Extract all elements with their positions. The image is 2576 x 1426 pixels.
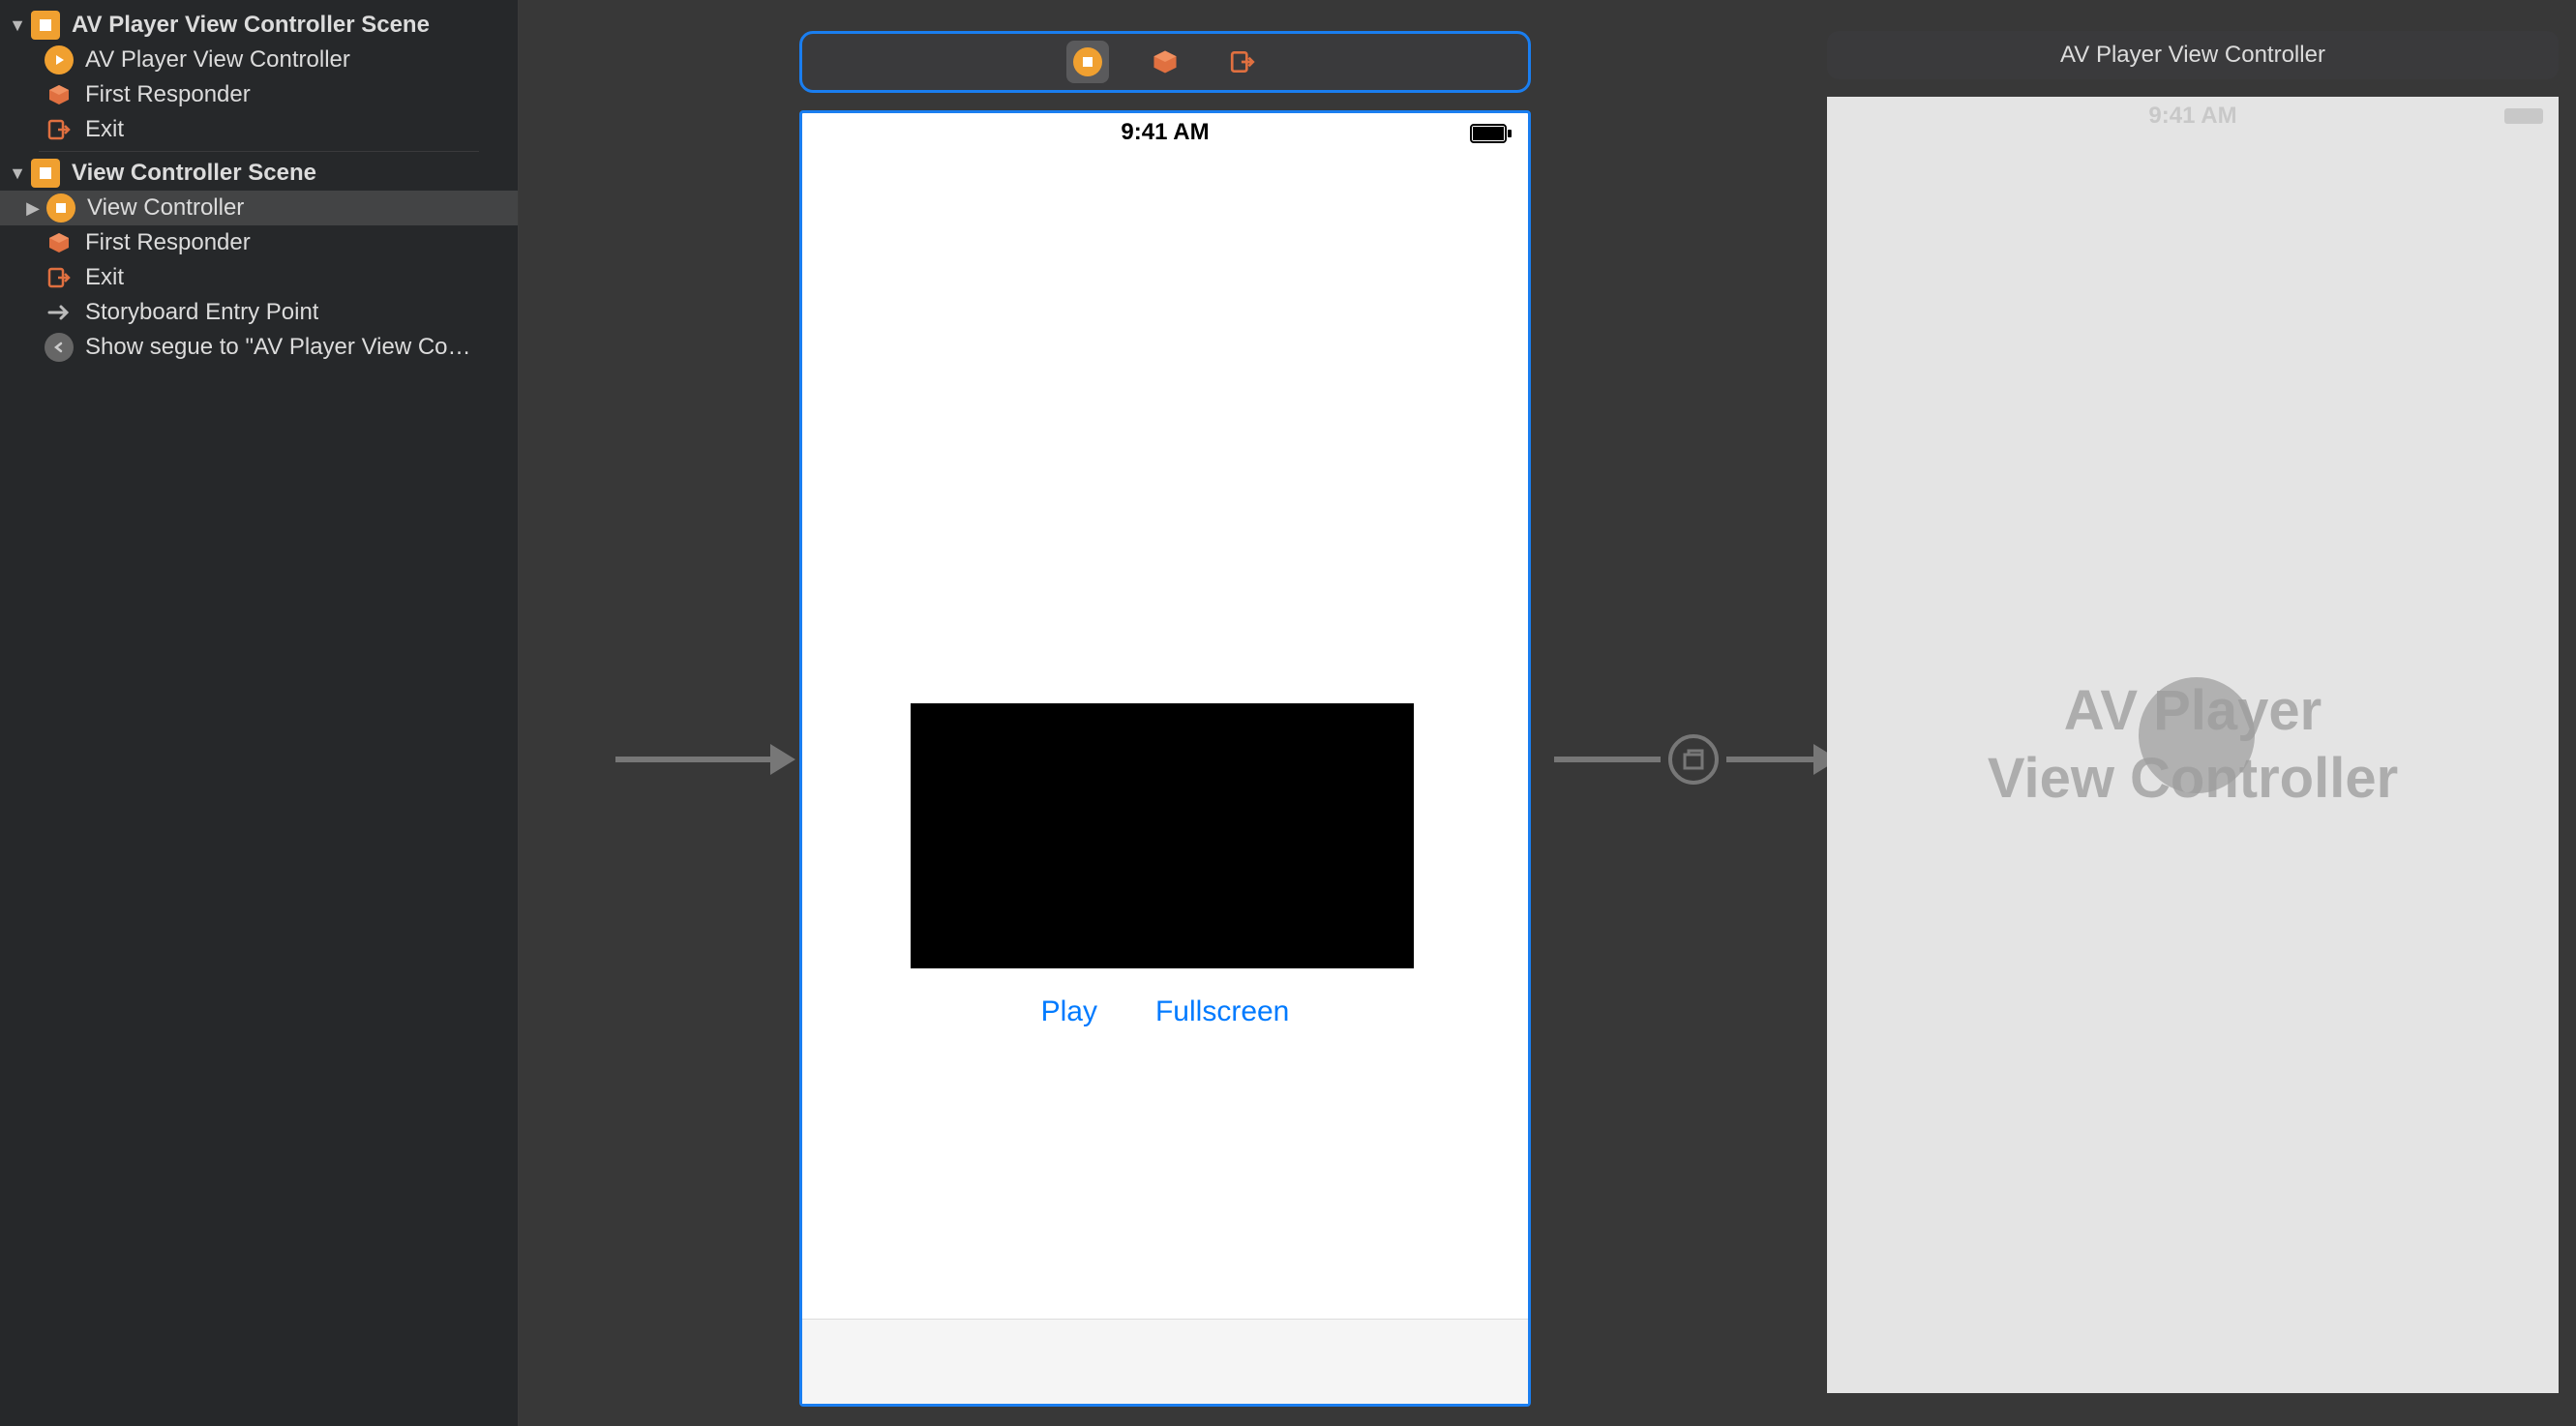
disclosure-triangle-icon[interactable]: ▼ (8, 163, 27, 183)
avplayer-view-controller-view[interactable]: 9:41 AM AV Player View Controller (1827, 97, 2559, 1393)
outline-item-label: AV Player View Controller (85, 46, 350, 74)
outline-item-label: First Responder (85, 81, 251, 108)
viewcontroller-icon (45, 45, 74, 74)
storyboard-canvas[interactable]: 9:41 AM Play Fullscreen AV (519, 0, 2576, 1426)
outline-item-label: Exit (85, 264, 124, 291)
viewcontroller-dock-button[interactable] (1066, 41, 1109, 83)
outline-item-label: Exit (85, 116, 124, 143)
scene-header-viewcontroller[interactable]: ▼ View Controller Scene (0, 156, 518, 191)
view-controller-view[interactable]: 9:41 AM Play Fullscreen (799, 110, 1531, 1407)
outline-item-first-responder[interactable]: First Responder (0, 225, 518, 260)
segue-arrow[interactable] (1554, 730, 1842, 788)
exit-dock-button[interactable] (1221, 41, 1264, 83)
outline-item-first-responder[interactable]: First Responder (0, 77, 518, 112)
exit-icon (45, 263, 74, 292)
segue-icon (45, 333, 74, 362)
avplayer-view[interactable] (911, 703, 1414, 968)
fullscreen-button[interactable]: Fullscreen (1155, 995, 1289, 1028)
outline-item-segue[interactable]: Show segue to "AV Player View Co… (0, 330, 518, 365)
scene-dock-toolbar (799, 31, 1531, 93)
outline-item-label: Show segue to "AV Player View Co… (85, 334, 471, 361)
outline-item-entry-point[interactable]: Storyboard Entry Point (0, 295, 518, 330)
battery-icon (1470, 123, 1513, 150)
first-responder-icon (45, 228, 74, 257)
scene-icon (31, 11, 60, 40)
entry-point-icon (45, 298, 74, 327)
view-controller-scene[interactable]: 9:41 AM Play Fullscreen (799, 31, 1531, 1407)
scene-header-avplayer[interactable]: ▼ AV Player View Controller Scene (0, 8, 518, 43)
outline-item-label: First Responder (85, 229, 251, 256)
first-responder-icon (45, 80, 74, 109)
segue-line-icon (1554, 730, 1661, 788)
scene-icon (31, 159, 60, 188)
battery-icon (2504, 108, 2543, 124)
placeholder-overlay-circle (2139, 677, 2255, 793)
outline-item-label: View Controller (87, 194, 244, 222)
scene-title: AV Player View Controller Scene (72, 12, 430, 39)
exit-icon (45, 115, 74, 144)
scene-title-bar[interactable]: AV Player View Controller (1827, 31, 2559, 79)
disclosure-triangle-icon[interactable]: ▶ (23, 198, 43, 218)
outline-item-label: Storyboard Entry Point (85, 299, 318, 326)
bottom-layout-guide (802, 1319, 1528, 1404)
outline-item-exit[interactable]: Exit (0, 112, 518, 147)
status-time: 9:41 AM (1121, 119, 1209, 146)
viewcontroller-icon (46, 193, 75, 223)
status-time: 9:41 AM (2148, 103, 2236, 130)
button-row: Play Fullscreen (802, 995, 1528, 1028)
segue-kind-icon (1668, 734, 1719, 785)
disclosure-triangle-icon[interactable]: ▼ (8, 15, 27, 35)
play-button[interactable]: Play (1041, 995, 1097, 1028)
document-outline-sidebar: ▼ AV Player View Controller Scene AV Pla… (0, 0, 519, 1426)
segue-arrowhead-icon (1726, 730, 1842, 788)
outline-item-avplayer-vc[interactable]: AV Player View Controller (0, 43, 518, 77)
scene-title-label: AV Player View Controller (2060, 42, 2325, 69)
outline-item-exit[interactable]: Exit (0, 260, 518, 295)
entry-point-arrow-icon (615, 730, 799, 788)
scene-title: View Controller Scene (72, 160, 316, 187)
outline-item-viewcontroller[interactable]: ▶ View Controller (0, 191, 518, 225)
avplayer-view-controller-scene[interactable]: AV Player View Controller 9:41 AM AV Pla… (1827, 31, 2559, 1393)
section-divider (39, 151, 479, 152)
first-responder-dock-button[interactable] (1144, 41, 1186, 83)
status-bar: 9:41 AM (1827, 97, 2559, 135)
status-bar: 9:41 AM (802, 113, 1528, 152)
